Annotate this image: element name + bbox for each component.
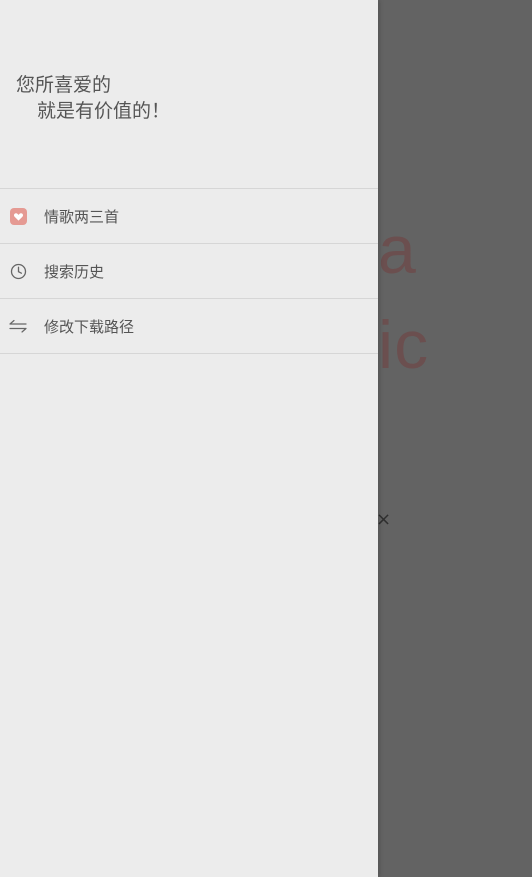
- menu-item-label: 情歌两三首: [44, 207, 120, 226]
- app-screen: a ic × 您所喜爱的 就是有价值的！ 情歌两三首 搜索历史 修改下载路径: [0, 0, 532, 877]
- menu-item-label: 修改下载路径: [44, 317, 135, 336]
- clock-icon: [9, 262, 27, 280]
- slogan-line2: 就是有价值的！: [37, 100, 171, 122]
- heart-icon: [9, 207, 27, 225]
- close-icon[interactable]: ×: [376, 509, 391, 531]
- navigation-drawer: 您所喜爱的 就是有价值的！ 情歌两三首 搜索历史 修改下载路径: [0, 0, 378, 877]
- background-partial-title-line2: ic: [378, 307, 430, 383]
- swap-arrows-icon: [9, 317, 27, 335]
- background-partial-title-line1: a: [378, 212, 417, 288]
- menu-item-love-songs[interactable]: 情歌两三首: [0, 189, 378, 244]
- menu-item-change-download-path[interactable]: 修改下载路径: [0, 299, 378, 354]
- slogan-line1: 您所喜爱的: [16, 74, 112, 96]
- drawer-menu: 情歌两三首 搜索历史 修改下载路径: [0, 189, 378, 354]
- drawer-header: 您所喜爱的 就是有价值的！: [0, 0, 378, 189]
- menu-item-label: 搜索历史: [44, 262, 105, 281]
- menu-item-search-history[interactable]: 搜索历史: [0, 244, 378, 299]
